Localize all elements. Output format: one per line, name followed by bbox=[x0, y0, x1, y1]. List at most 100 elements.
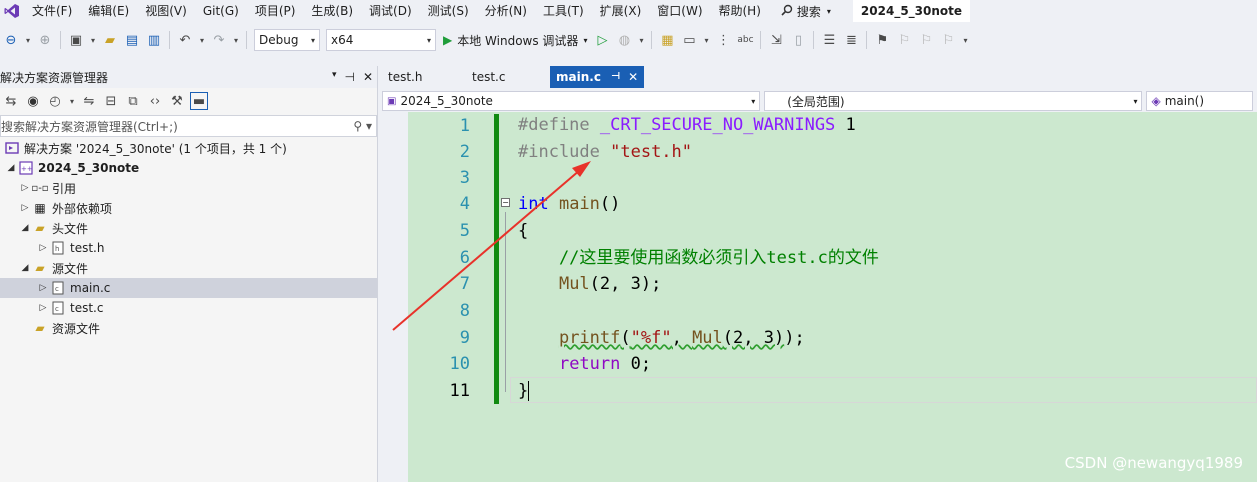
tab-test-h[interactable]: test.h bbox=[382, 66, 466, 88]
collapsed-arrow-icon[interactable]: ▷ bbox=[36, 283, 50, 293]
menu-view[interactable]: 视图(V) bbox=[137, 0, 195, 22]
collapse-region-icon[interactable]: − bbox=[501, 198, 510, 207]
close-icon[interactable]: ✕ bbox=[363, 70, 373, 84]
collapsed-arrow-icon[interactable]: ▷ bbox=[36, 243, 50, 253]
menu-project[interactable]: 项目(P) bbox=[247, 0, 304, 22]
preview-selected-icon[interactable]: ▬ bbox=[190, 92, 208, 110]
window-layout-icon[interactable]: ▭ bbox=[680, 31, 698, 49]
visual-studio-logo-icon[interactable] bbox=[0, 0, 24, 22]
tab-main-c[interactable]: main.c ⊣ ✕ bbox=[550, 66, 645, 88]
pin-icon[interactable]: ⊣ bbox=[611, 66, 620, 88]
type-scope-select[interactable]: (全局范围) ▾ bbox=[764, 91, 1143, 111]
bookmark-icon[interactable]: ⚑ bbox=[873, 31, 891, 49]
tab-test-c[interactable]: test.c bbox=[466, 66, 550, 88]
menu-tools[interactable]: 工具(T) bbox=[535, 0, 592, 22]
start-debugging-button[interactable]: ▶ 本地 Windows 调试器 ▾ bbox=[439, 32, 591, 49]
breakpoint-list-icon[interactable]: ⋮ bbox=[714, 31, 732, 49]
comment-lines-icon[interactable]: ☰ bbox=[820, 31, 838, 49]
next-bookmark-icon[interactable]: ⚐ bbox=[917, 31, 935, 49]
expanded-arrow-icon[interactable]: ◢ bbox=[18, 263, 32, 273]
tab-label: test.h bbox=[388, 70, 423, 84]
run-button-label: 本地 Windows 调试器 bbox=[457, 33, 579, 48]
search-menu-button[interactable]: 搜索 ▾ bbox=[773, 0, 839, 22]
chevron-down-icon[interactable]: ▾ bbox=[637, 31, 645, 49]
project-scope-value: 2024_5_30note bbox=[400, 94, 493, 108]
menu-analyze[interactable]: 分析(N) bbox=[477, 0, 535, 22]
toolbar-separator bbox=[246, 31, 247, 49]
menu-window[interactable]: 窗口(W) bbox=[649, 0, 710, 22]
sync-with-document-icon[interactable]: ⇋ bbox=[80, 92, 98, 110]
configuration-select[interactable]: Debug ▾ bbox=[254, 29, 320, 51]
indicator-margin[interactable] bbox=[382, 112, 408, 482]
step-into-icon[interactable]: ⇲ bbox=[767, 31, 785, 49]
tree-file-main-c[interactable]: ▷ c main.c bbox=[0, 278, 377, 298]
navigate-back-icon[interactable]: ⊖ bbox=[2, 31, 20, 49]
start-without-debugging-icon[interactable]: ▷ bbox=[593, 31, 611, 49]
hot-reload-icon[interactable]: ◍ bbox=[615, 31, 633, 49]
sync-icon[interactable]: ⇆ bbox=[2, 92, 20, 110]
panel-menu-icon[interactable]: ▾ bbox=[332, 70, 337, 84]
solution-explorer-search-input[interactable]: 搜索解决方案资源管理器(Ctrl+;) ⚲ ▾ bbox=[0, 115, 377, 137]
menu-edit[interactable]: 编辑(E) bbox=[80, 0, 137, 22]
browse-folder-icon[interactable]: ▦ bbox=[658, 31, 676, 49]
tree-references-node[interactable]: ▷ ▫-▫ 引用 bbox=[0, 178, 377, 198]
tree-source-files-node[interactable]: ◢ ▰ 源文件 bbox=[0, 258, 377, 278]
spell-check-icon[interactable]: abc bbox=[736, 31, 754, 49]
save-icon[interactable]: ▤ bbox=[123, 31, 141, 49]
search-placeholder: 搜索解决方案资源管理器(Ctrl+;) bbox=[1, 119, 178, 134]
tree-solution-node[interactable]: 解决方案 '2024_5_30note' (1 个项目，共 1 个) bbox=[0, 138, 377, 158]
tree-file-test-h[interactable]: ▷ h test.h bbox=[0, 238, 377, 258]
collapsed-arrow-icon[interactable]: ▷ bbox=[18, 203, 32, 213]
chevron-down-icon[interactable]: ▾ bbox=[24, 31, 32, 49]
collapsed-arrow-icon[interactable]: ▷ bbox=[36, 303, 50, 313]
save-all-icon[interactable]: ▥ bbox=[145, 31, 163, 49]
project-scope-select[interactable]: ▣ 2024_5_30note ▾ bbox=[382, 91, 761, 111]
pin-icon[interactable]: ⊣ bbox=[344, 70, 354, 84]
tree-file-test-c[interactable]: ▷ c test.c bbox=[0, 298, 377, 318]
menu-build[interactable]: 生成(B) bbox=[303, 0, 361, 22]
view-code-icon[interactable]: ‹› bbox=[146, 92, 164, 110]
open-folder-icon[interactable]: ▰ bbox=[101, 31, 119, 49]
chevron-down-icon[interactable]: ▾ bbox=[89, 31, 97, 49]
cpp-project-icon: ▣ bbox=[387, 95, 397, 107]
tree-resource-files-node[interactable]: ▰ 资源文件 bbox=[0, 318, 377, 338]
menu-file[interactable]: 文件(F) bbox=[24, 0, 80, 22]
chevron-down-icon[interactable]: ▾ bbox=[232, 31, 240, 49]
new-project-icon[interactable]: ▣ bbox=[67, 31, 85, 49]
expanded-arrow-icon[interactable]: ◢ bbox=[18, 223, 32, 233]
tree-header-files-node[interactable]: ◢ ▰ 头文件 bbox=[0, 218, 377, 238]
collapsed-arrow-icon[interactable]: ▷ bbox=[18, 183, 32, 193]
chevron-down-icon[interactable]: ▾ bbox=[198, 31, 206, 49]
toolbar-overflow-icon[interactable]: ▾ bbox=[961, 31, 969, 49]
show-all-files-icon[interactable]: ⧉ bbox=[124, 92, 142, 110]
tree-external-deps-node[interactable]: ▷ ▦ 外部依赖项 bbox=[0, 198, 377, 218]
collapse-all-icon[interactable]: ⊟ bbox=[102, 92, 120, 110]
chevron-down-icon: ▾ bbox=[310, 35, 315, 45]
uncomment-lines-icon[interactable]: ≣ bbox=[842, 31, 860, 49]
menu-test[interactable]: 测试(S) bbox=[420, 0, 477, 22]
prev-bookmark-icon[interactable]: ⚐ bbox=[895, 31, 913, 49]
expanded-arrow-icon[interactable]: ◢ bbox=[4, 163, 18, 173]
menu-help[interactable]: 帮助(H) bbox=[711, 0, 769, 22]
platform-select[interactable]: x64 ▾ bbox=[326, 29, 436, 51]
chevron-down-icon[interactable]: ▾ bbox=[702, 31, 710, 49]
step-over-icon[interactable]: ▯ bbox=[789, 31, 807, 49]
properties-wrench-icon[interactable]: ⚒ bbox=[168, 92, 186, 110]
member-scope-select[interactable]: ◈ main() bbox=[1146, 91, 1253, 111]
menu-debug[interactable]: 调试(D) bbox=[361, 0, 420, 22]
chevron-down-icon[interactable]: ▾ bbox=[68, 92, 76, 110]
close-icon[interactable]: ✕ bbox=[628, 66, 638, 88]
navigate-forward-icon[interactable]: ⊕ bbox=[36, 31, 54, 49]
tree-label: 资源文件 bbox=[52, 321, 101, 336]
pending-changes-icon[interactable]: ◴ bbox=[46, 92, 64, 110]
menu-git[interactable]: Git(G) bbox=[195, 0, 247, 22]
tree-project-node[interactable]: ◢ ++ 2024_5_30note bbox=[0, 158, 377, 178]
clear-bookmarks-icon[interactable]: ⚐ bbox=[939, 31, 957, 49]
redo-icon[interactable]: ↷ bbox=[210, 31, 228, 49]
member-scope-value: main() bbox=[1164, 94, 1205, 108]
code-editor[interactable]: 1 2 3 4 5 6 7 8 9 10 11 − #define _CRT_S… bbox=[382, 112, 1257, 482]
menu-extensions[interactable]: 扩展(X) bbox=[592, 0, 650, 22]
home-icon[interactable]: ◉ bbox=[24, 92, 42, 110]
svg-text:h: h bbox=[55, 245, 59, 253]
undo-icon[interactable]: ↶ bbox=[176, 31, 194, 49]
